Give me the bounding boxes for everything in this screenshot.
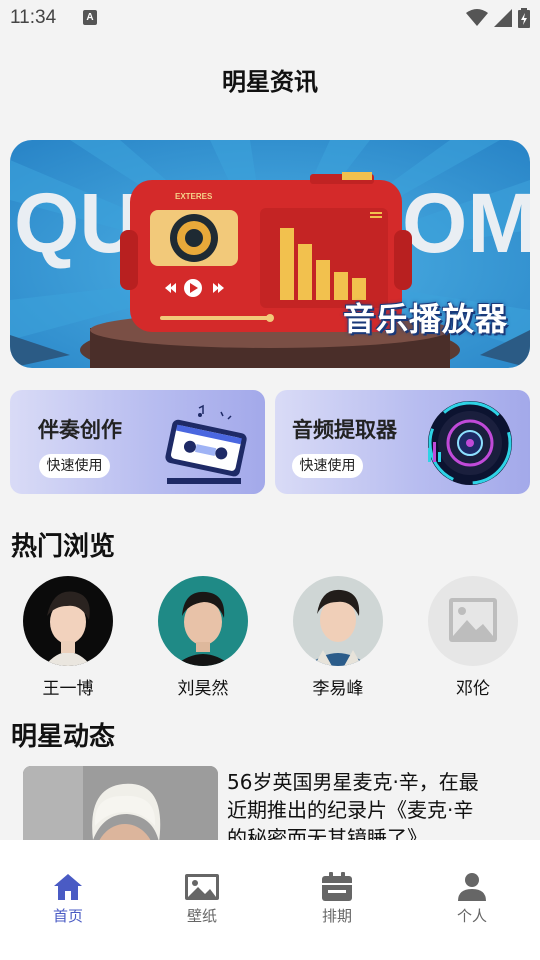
star-name: 邓伦: [456, 679, 490, 699]
accompaniment-card[interactable]: 伴奏创作 快速使用: [10, 390, 265, 494]
avatar: [293, 576, 383, 666]
tab-label: 壁纸: [186, 907, 217, 925]
banner-brand: EXTERES: [175, 192, 213, 201]
star-item[interactable]: 刘昊然: [153, 576, 253, 699]
image-placeholder-icon: [449, 598, 497, 642]
star-item[interactable]: 李易峰: [288, 576, 388, 699]
popular-section-title: 热门浏览: [11, 532, 116, 562]
avatar: [158, 576, 248, 666]
tab-label: 个人: [456, 907, 487, 925]
popular-stars-list: 王一博 刘昊然 李易峰 邓伦: [0, 576, 540, 699]
status-time: 11:34: [10, 7, 57, 28]
tab-home[interactable]: 首页: [28, 872, 108, 926]
page-title: 明星资讯: [222, 68, 318, 96]
image-icon: [185, 874, 219, 900]
tab-label: 排期: [321, 907, 352, 925]
person-icon: [458, 873, 486, 901]
star-item[interactable]: 王一博: [18, 576, 118, 699]
tool-title: 音频提取器: [292, 418, 397, 442]
wifi-icon: [466, 9, 488, 26]
home-icon: [54, 874, 82, 900]
battery-icon: [518, 8, 530, 28]
banner-caption: 音乐播放器: [342, 300, 508, 338]
quick-use-button[interactable]: 快速使用: [39, 454, 110, 478]
news-section-title: 明星动态: [11, 722, 116, 752]
cassette-icon: [165, 404, 247, 484]
tab-schedule[interactable]: 排期: [297, 872, 377, 926]
avatar-placeholder: [428, 576, 518, 666]
audio-extractor-card[interactable]: 音频提取器 快速使用: [275, 390, 530, 494]
star-name: 刘昊然: [177, 679, 229, 699]
tool-title: 伴奏创作: [38, 418, 122, 442]
music-player-banner[interactable]: QU OM EXTERES 音乐播放器: [10, 140, 530, 368]
signal-icon: [494, 9, 512, 27]
star-item[interactable]: 邓伦: [423, 576, 523, 699]
tab-profile[interactable]: 个人: [432, 872, 512, 926]
calendar-icon: [322, 872, 352, 901]
avatar: [23, 576, 113, 666]
tab-wallpaper[interactable]: 壁纸: [162, 872, 242, 926]
star-name: 李易峰: [312, 679, 364, 699]
quick-use-button[interactable]: 快速使用: [292, 454, 363, 478]
star-name: 王一博: [42, 679, 94, 699]
bottom-tab-bar: 首页 壁纸 排期 个人: [0, 840, 540, 960]
notification-icon: A: [83, 10, 97, 25]
vinyl-disc-icon: [428, 401, 512, 485]
tab-label: 首页: [52, 907, 83, 925]
status-icons: [466, 8, 530, 28]
banner-bg-word-right: OM: [402, 176, 530, 270]
status-bar: 11:34 A: [0, 0, 540, 36]
